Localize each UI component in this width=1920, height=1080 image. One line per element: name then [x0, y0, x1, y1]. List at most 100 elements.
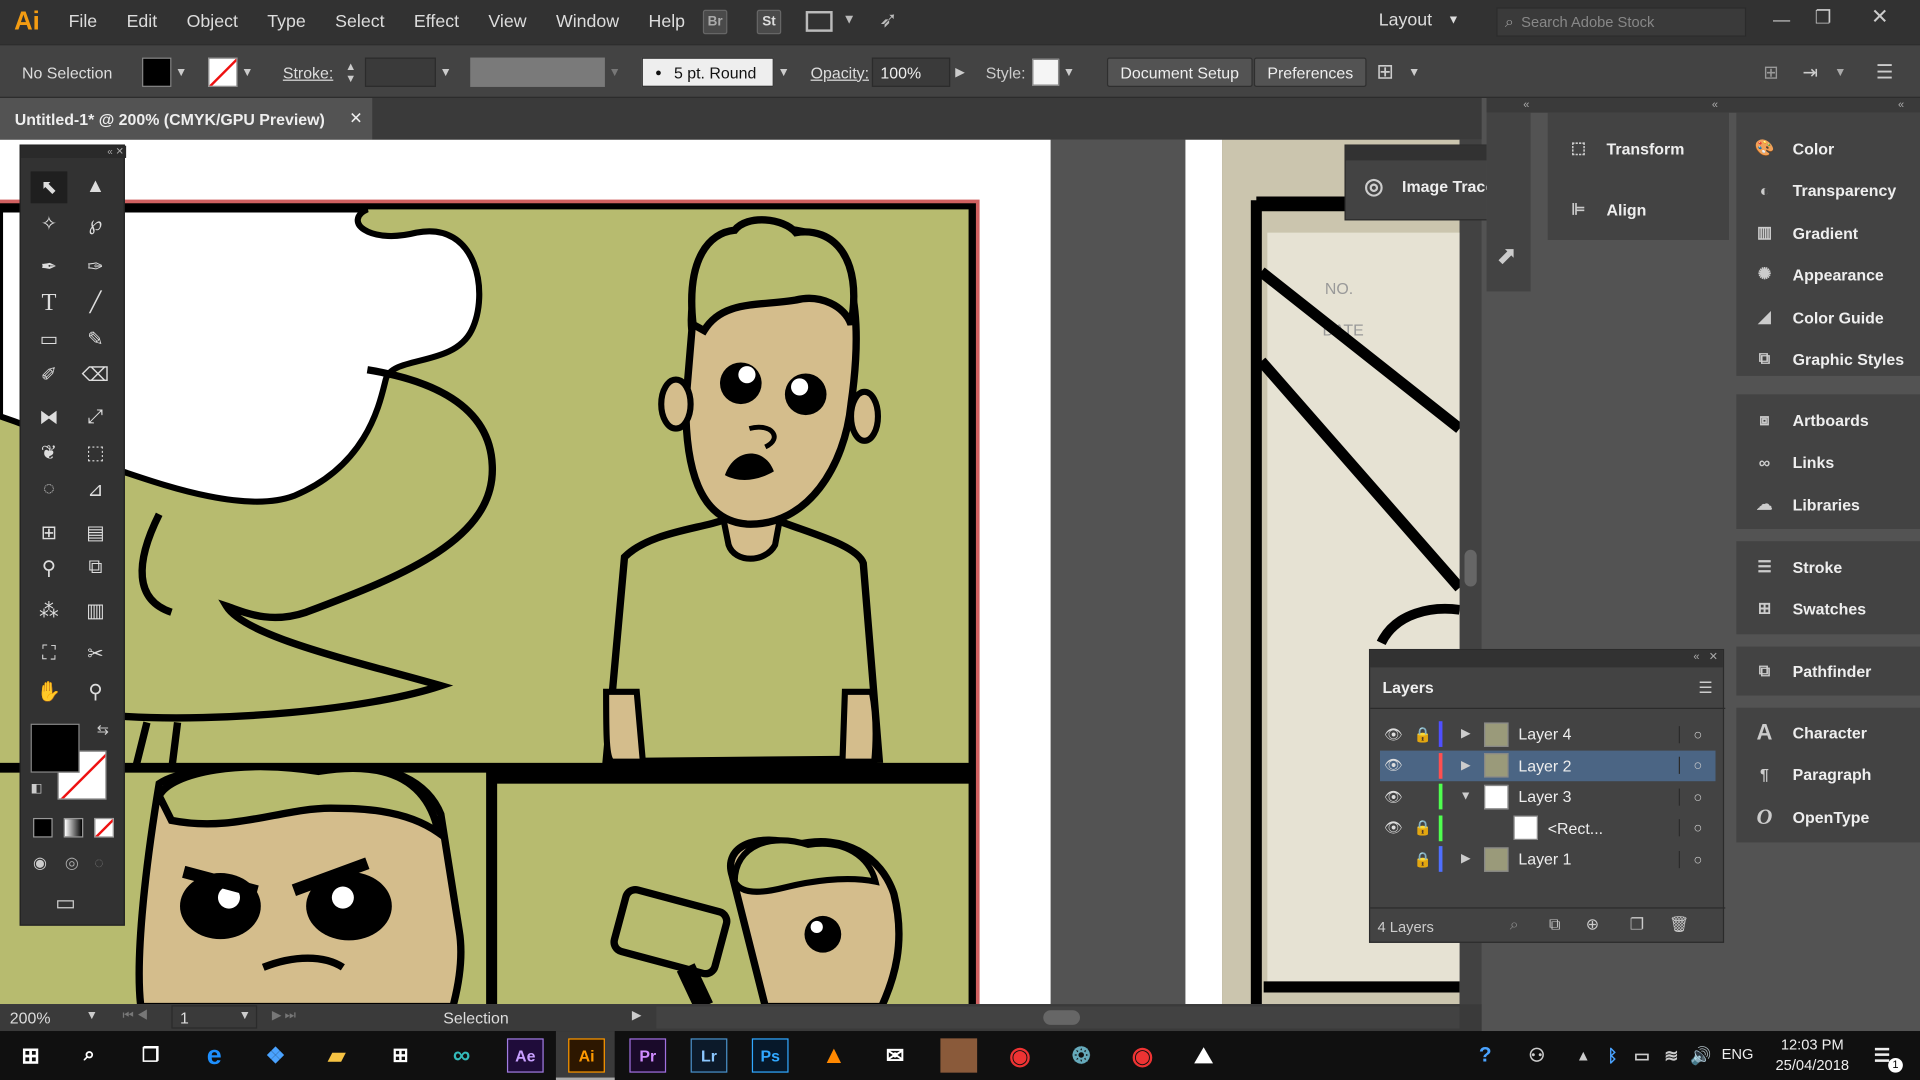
layer-name[interactable]: Layer 2 — [1518, 756, 1678, 774]
chevron-down-icon[interactable]: ▼ — [238, 58, 258, 87]
panel-links[interactable]: ∞ Links — [1751, 448, 1834, 475]
color-mode-icon[interactable] — [33, 817, 53, 838]
vlc-icon[interactable]: ▲ — [816, 1038, 853, 1072]
panel-transparency[interactable]: ◐ Transparency — [1751, 176, 1897, 203]
chevron-down-icon[interactable]: ▼ — [436, 58, 456, 87]
close-icon[interactable]: ✕ — [1871, 5, 1888, 29]
artboard-tool-icon[interactable]: ⛶ — [31, 638, 68, 670]
slice-tool-icon[interactable]: ✂ — [77, 638, 114, 670]
fill-color-front[interactable] — [30, 723, 80, 773]
chevron-right-icon[interactable]: ▶ — [1452, 759, 1479, 772]
draw-normal-icon[interactable]: ◉ — [33, 853, 47, 873]
delete-layer-icon[interactable]: 🗑 — [1669, 915, 1689, 935]
artboard-nav-prev-icon[interactable]: ⏮ ◀ — [122, 1009, 147, 1022]
stroke-weight-stepper[interactable]: ▲ ▼ — [345, 45, 356, 99]
visibility-eye-icon[interactable]: 👁 — [1380, 757, 1407, 774]
draw-behind-icon[interactable]: ◎ — [65, 853, 79, 873]
reflect-tool-icon[interactable]: ⧓ — [31, 402, 68, 434]
chrome-icon[interactable]: ◉ — [1124, 1038, 1161, 1072]
target-circle-icon[interactable]: ○ — [1678, 819, 1716, 837]
visibility-eye-icon[interactable]: 👁 — [1380, 819, 1407, 836]
curvature-tool-icon[interactable]: ✑ — [77, 251, 114, 283]
line-tool-icon[interactable]: ╱ — [77, 287, 114, 319]
horizontal-scrollbar[interactable] — [656, 1006, 1460, 1029]
photos-icon[interactable]: ⛰ — [1185, 1038, 1222, 1072]
chrome-icon[interactable]: ◉ — [1002, 1038, 1039, 1072]
none-mode-icon[interactable] — [94, 817, 114, 838]
panel-transform[interactable]: ⬚ Transform — [1565, 135, 1685, 162]
chevron-down-icon[interactable]: ▼ — [605, 58, 625, 87]
restore-icon[interactable]: ❐ — [1815, 6, 1831, 28]
menu-edit[interactable]: Edit — [112, 12, 172, 32]
lock-icon[interactable]: 🔒 — [1407, 726, 1439, 743]
visibility-eye-icon[interactable]: 👁 — [1380, 788, 1407, 805]
paint-icon[interactable]: ❂ — [1063, 1038, 1100, 1072]
opacity-field[interactable]: 100% — [871, 57, 951, 87]
graphic-style-swatch[interactable] — [1032, 58, 1060, 86]
menu-effect[interactable]: Effect — [399, 12, 473, 32]
stroke-swatch[interactable] — [208, 57, 238, 87]
target-circle-icon[interactable]: ○ — [1678, 787, 1716, 806]
illustrator-taskbar-icon[interactable]: Ai — [568, 1038, 605, 1073]
direct-selection-tool-icon[interactable]: ▲ — [77, 171, 114, 203]
brush-definition[interactable]: ● 5 pt. Round — [641, 57, 774, 87]
transform-icon[interactable]: ⇥ — [1802, 45, 1817, 99]
workspace-switcher[interactable]: Layout — [1379, 11, 1432, 31]
menu-type[interactable]: Type — [253, 12, 321, 32]
target-circle-icon[interactable]: ○ — [1678, 850, 1716, 868]
panel-opentype[interactable]: O OpenType — [1751, 803, 1870, 830]
menu-file[interactable]: File — [54, 12, 112, 32]
hand-tool-icon[interactable]: ✋ — [31, 676, 68, 708]
panel-gradient[interactable]: ▥ Gradient — [1751, 219, 1858, 246]
file-explorer-icon[interactable]: ▰ — [318, 1038, 355, 1072]
store-icon[interactable]: ⊞ — [382, 1038, 419, 1072]
type-tool-icon[interactable]: T — [31, 287, 68, 319]
symbol-sprayer-tool-icon[interactable]: ⁂ — [31, 595, 68, 627]
gradient-mode-icon[interactable] — [63, 817, 84, 838]
lasso-tool-icon[interactable]: ℘ — [77, 208, 114, 240]
collapse-icon[interactable]: « — [1693, 650, 1699, 662]
make-clipping-mask-icon[interactable]: ⧉ — [1549, 915, 1560, 935]
menu-view[interactable]: View — [474, 12, 542, 32]
document-tab[interactable]: Untitled-1* @ 200% (CMYK/GPU Preview) ✕ — [0, 97, 373, 140]
chevron-down-icon[interactable]: ▼ — [1452, 790, 1479, 803]
menu-window[interactable]: Window — [541, 12, 634, 32]
panel-menu-icon[interactable]: ☰ — [1698, 678, 1712, 698]
menu-help[interactable]: Help — [634, 12, 700, 32]
layer-name[interactable]: Layer 1 — [1518, 850, 1678, 868]
layer-row[interactable]: 👁 🔒 <Rect... ○ — [1380, 812, 1716, 843]
close-tab-icon[interactable]: ✕ — [349, 109, 362, 129]
preferences-button[interactable]: Preferences — [1253, 57, 1367, 87]
stock-icon[interactable]: St — [756, 9, 782, 35]
chevron-down-icon[interactable]: ▼ — [774, 58, 794, 87]
panel-paragraph[interactable]: ¶ Paragraph — [1751, 760, 1871, 787]
lock-icon[interactable]: 🔒 — [1407, 850, 1439, 867]
photo-app-icon[interactable] — [940, 1038, 978, 1073]
image-trace-item[interactable]: ◎ Image Trace — [1360, 173, 1494, 200]
panel-align[interactable]: ⊫ Align — [1565, 196, 1646, 223]
edge-icon[interactable]: e — [196, 1038, 233, 1072]
document-setup-button[interactable]: Document Setup — [1106, 57, 1253, 87]
panel-character[interactable]: A Character — [1751, 719, 1867, 746]
screen-mode-icon[interactable]: ▭ — [55, 890, 76, 916]
new-sublayer-icon[interactable]: ⊕ — [1586, 915, 1599, 935]
chevron-down-icon[interactable]: ▼ — [842, 12, 855, 27]
collapse-icon[interactable]: « — [1898, 98, 1904, 110]
premiere-icon[interactable]: Pr — [629, 1038, 667, 1073]
pen-tool-icon[interactable]: ✒ — [31, 251, 68, 283]
chevron-down-icon[interactable]: ▼ — [1834, 45, 1846, 99]
panel-color-guide[interactable]: ◢ Color Guide — [1751, 304, 1883, 331]
lightroom-icon[interactable]: Lr — [690, 1038, 728, 1073]
selection-tool-icon[interactable]: ⬉ — [30, 171, 68, 204]
gradient-tool-icon[interactable]: ▤ — [77, 517, 114, 549]
clock[interactable]: 12:03 PM 25/04/2018 — [1776, 1036, 1850, 1074]
panel-appearance[interactable]: ✺ Appearance — [1751, 261, 1884, 288]
photoshop-icon[interactable]: Ps — [751, 1038, 789, 1073]
collapse-icon[interactable]: « — [1523, 98, 1529, 110]
people-icon[interactable]: ⚇ — [1518, 1038, 1555, 1072]
shape-builder-tool-icon[interactable]: ◌ — [31, 474, 68, 506]
layer-name[interactable]: Layer 3 — [1518, 787, 1678, 805]
help-icon[interactable]: ? — [1467, 1038, 1504, 1072]
gpu-performance-icon[interactable]: ➶ — [879, 7, 897, 33]
arduino-icon[interactable]: ∞ — [443, 1038, 480, 1072]
